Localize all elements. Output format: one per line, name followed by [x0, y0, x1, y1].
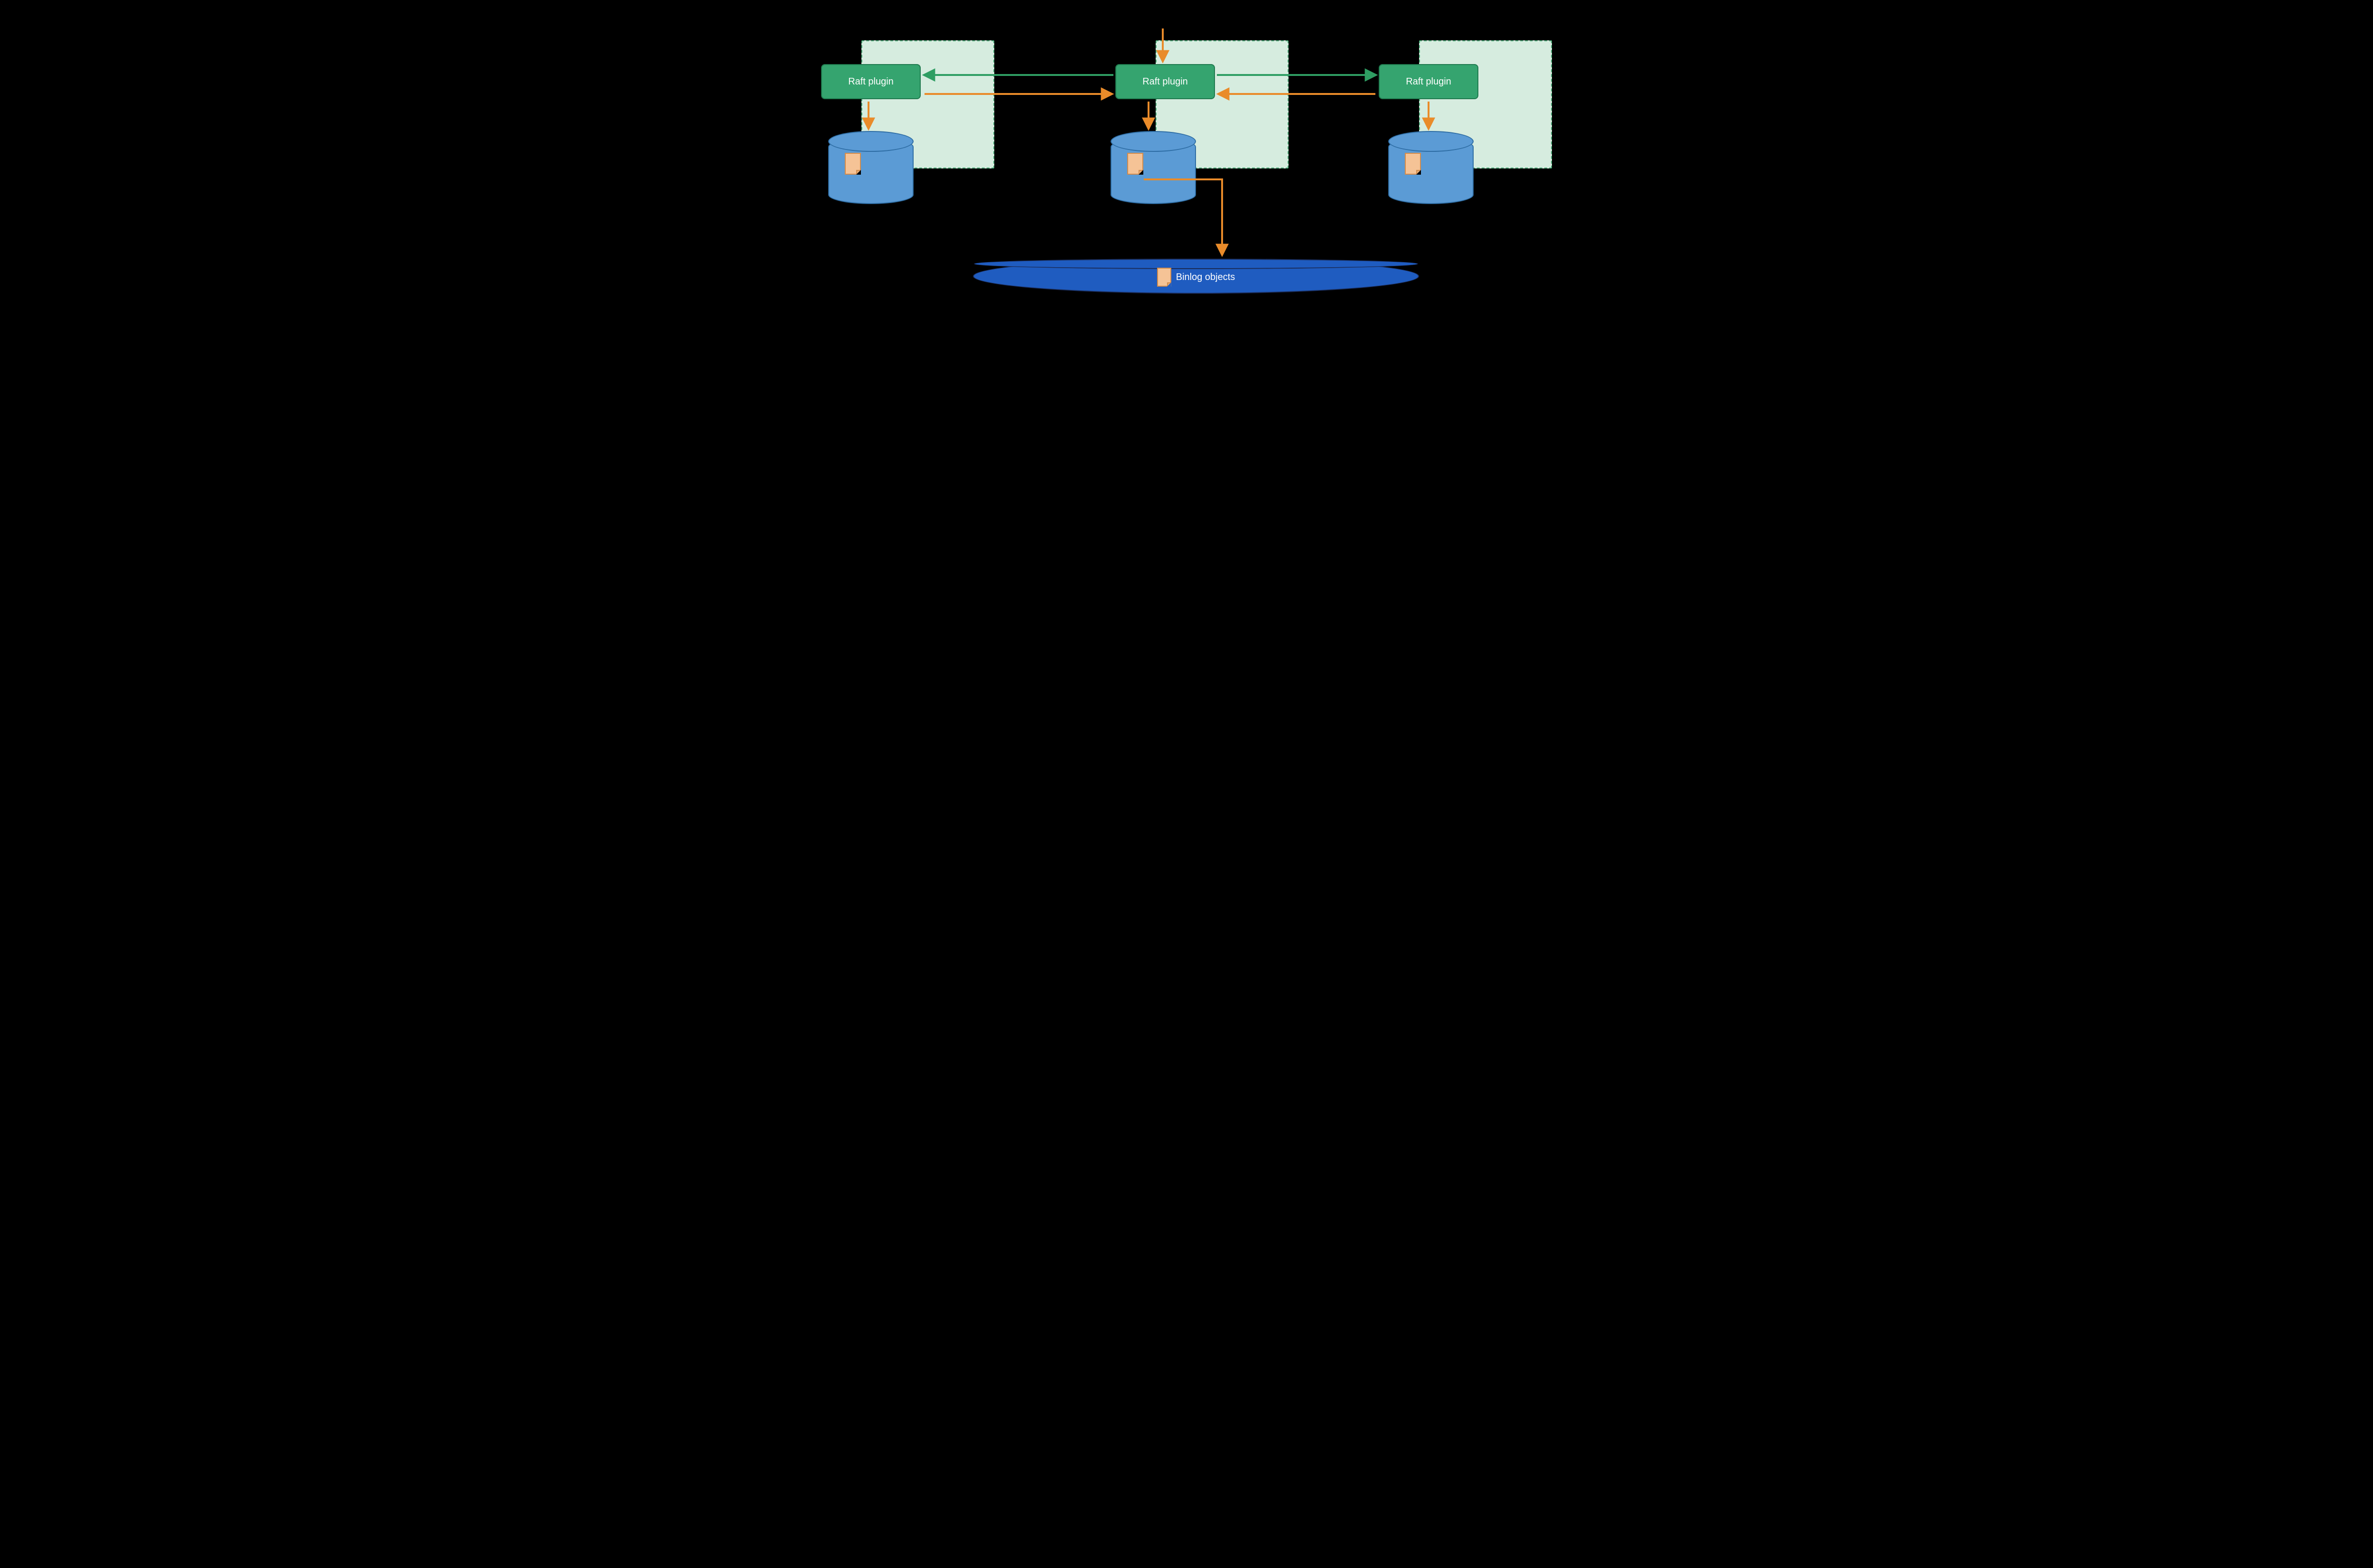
binlog-store: Binlog objects: [973, 259, 1419, 294]
diagram-canvas: Raft plugin Raft plugin Raft plugin Binl…: [816, 0, 1557, 346]
raft-plugin-left-label: Raft plugin: [848, 76, 894, 87]
note-left: [845, 153, 861, 175]
raft-plugin-left: Raft plugin: [821, 64, 921, 99]
raft-plugin-right-label: Raft plugin: [1406, 76, 1451, 87]
cylinder-right: [1388, 138, 1474, 204]
note-right: [1405, 153, 1421, 175]
raft-plugin-right: Raft plugin: [1379, 64, 1478, 99]
cylinder-center: [1111, 138, 1196, 204]
cylinder-left: [828, 138, 914, 204]
note-center: [1127, 153, 1143, 175]
raft-plugin-center: Raft plugin: [1115, 64, 1215, 99]
raft-plugin-center-label: Raft plugin: [1142, 76, 1188, 87]
binlog-label: Binlog objects: [1176, 272, 1235, 283]
binlog-note-icon: [1157, 268, 1171, 287]
